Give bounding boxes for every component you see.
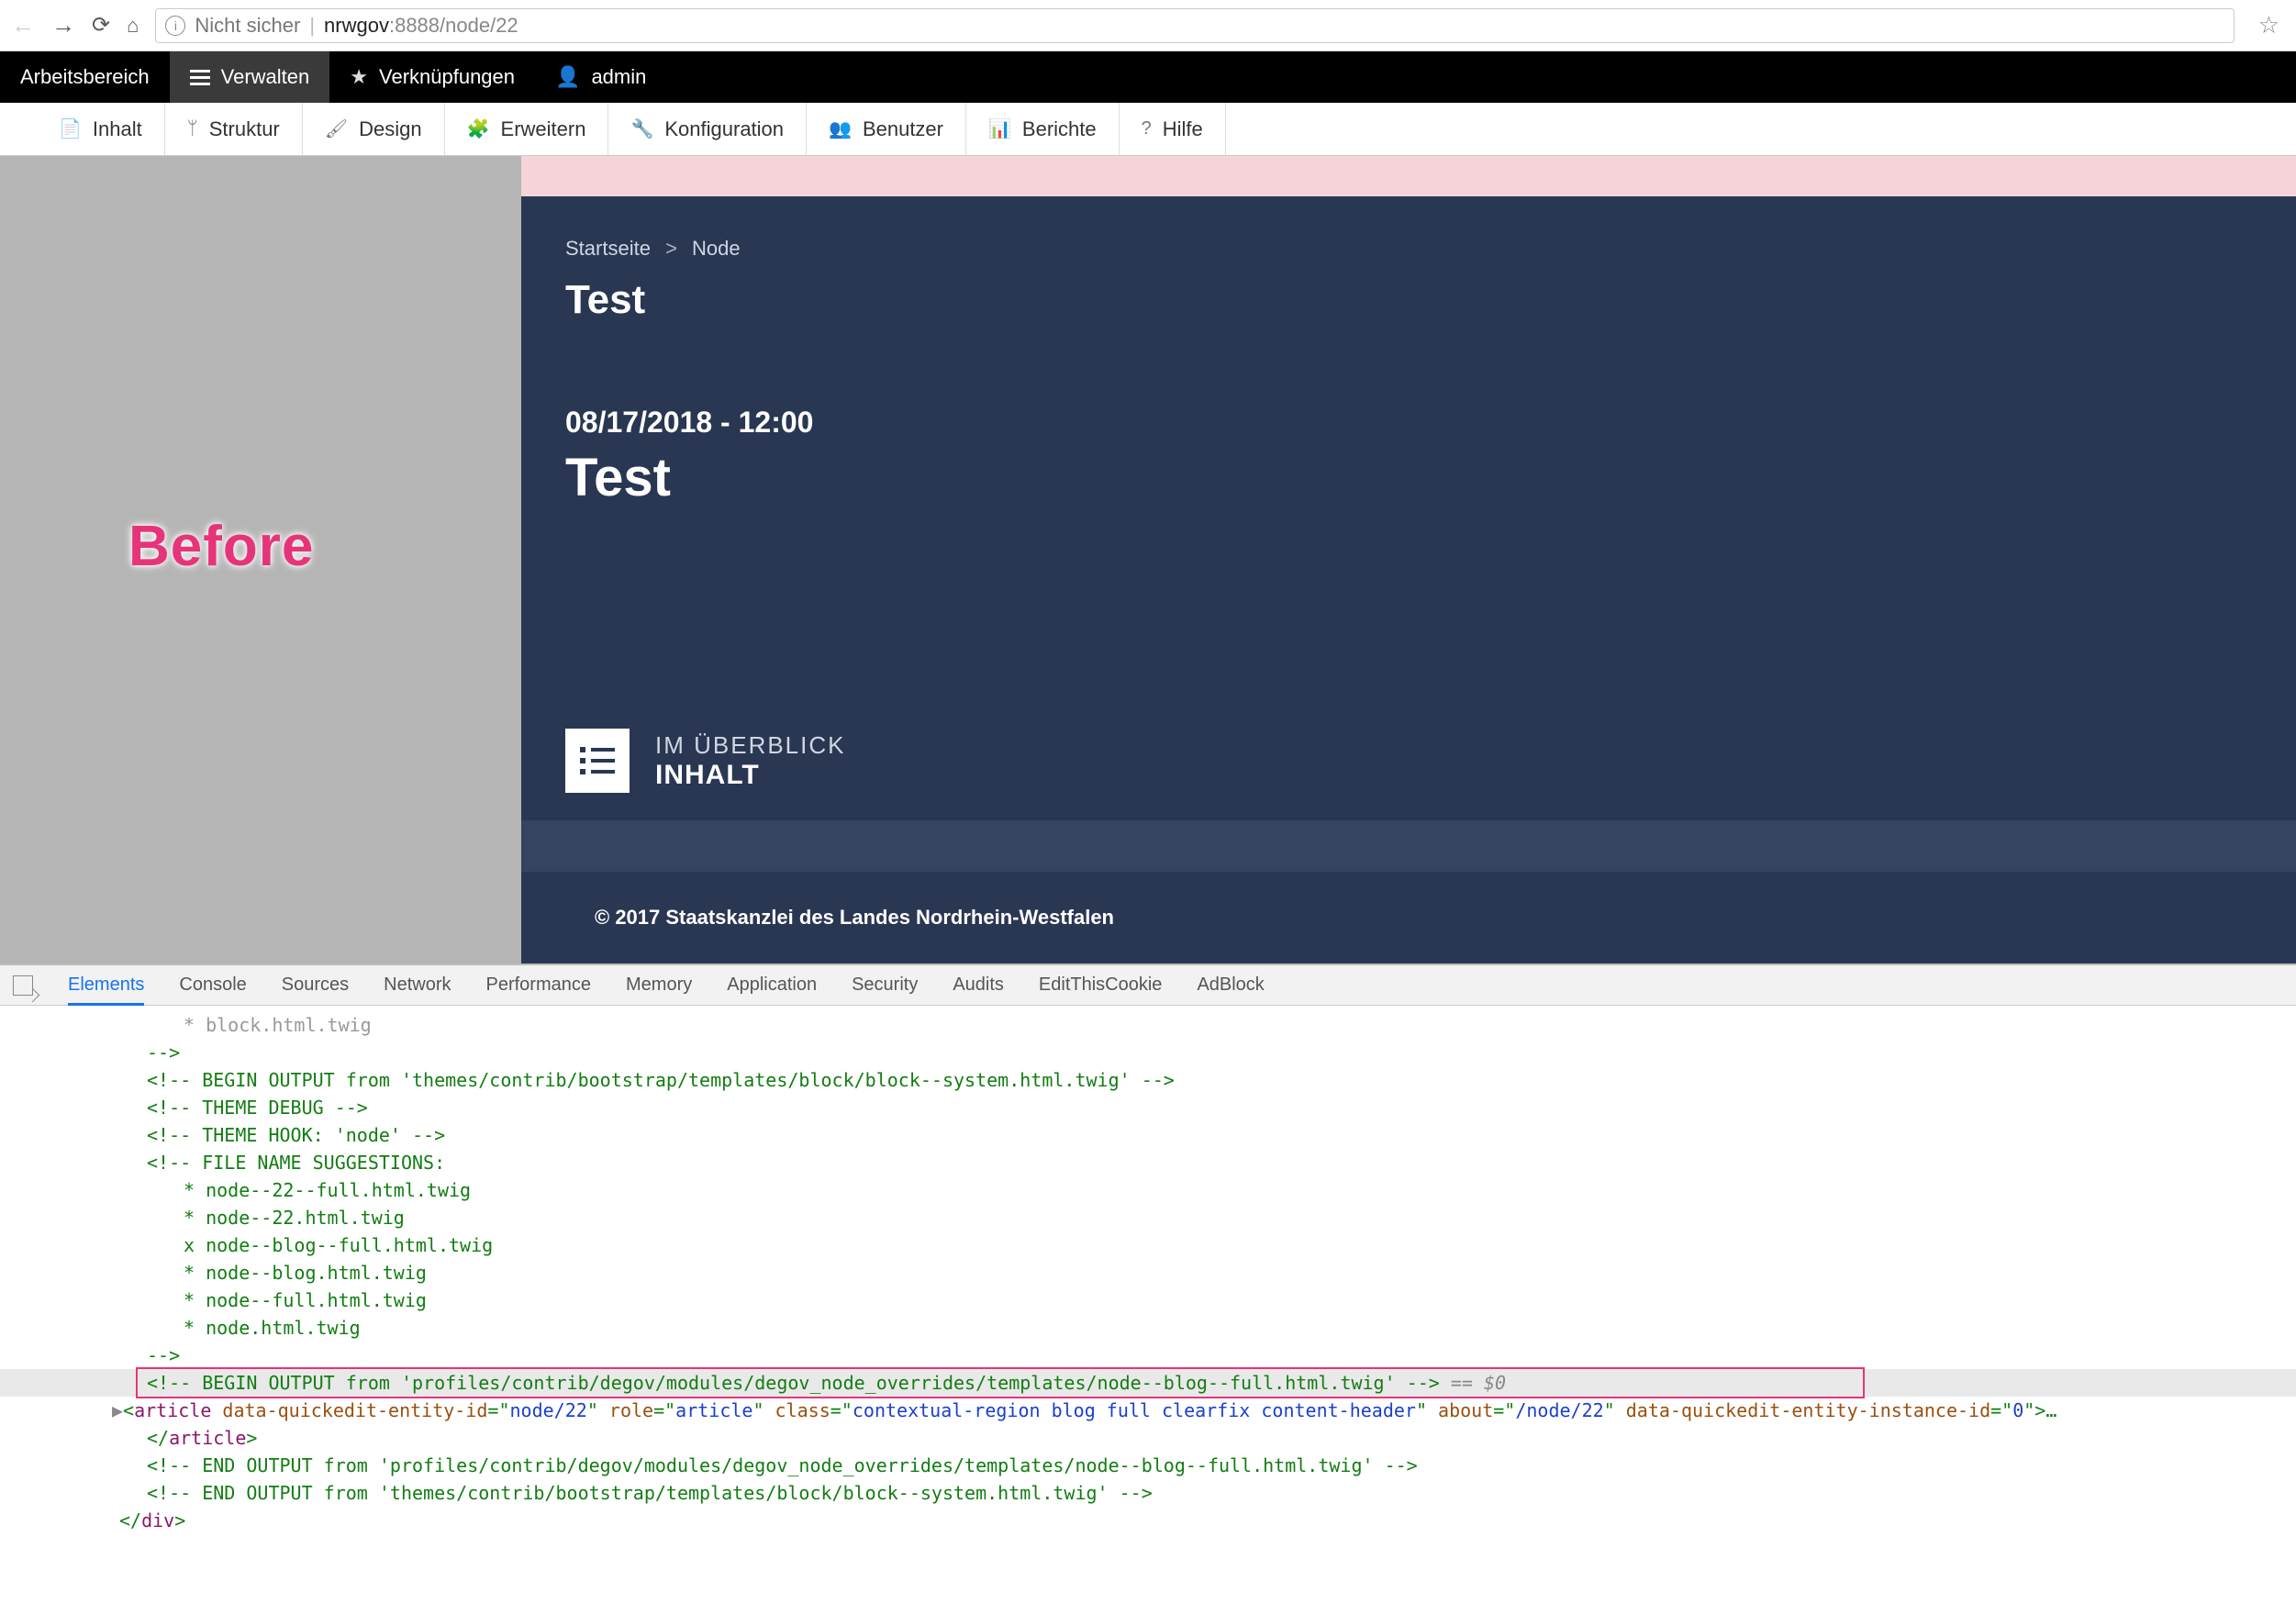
- code-line[interactable]: -->: [0, 1342, 2296, 1369]
- code-line[interactable]: * node.html.twig: [0, 1314, 2296, 1342]
- structure-icon: ᛘ: [187, 118, 198, 139]
- user-icon: 👤: [555, 65, 580, 89]
- url-host: nrwgov: [324, 14, 389, 37]
- code-line[interactable]: </article>: [0, 1424, 2296, 1452]
- breadcrumb-node[interactable]: Node: [692, 237, 741, 260]
- toolbar-content[interactable]: 📄Inhalt: [37, 103, 165, 155]
- address-separator: |: [309, 14, 315, 38]
- file-icon: 📄: [59, 117, 82, 140]
- page-date: 08/17/2018 - 12:00: [565, 406, 2252, 440]
- footer-copyright: © 2017 Staatskanzlei des Landes Nordrhei…: [595, 906, 1114, 930]
- list-icon: [565, 729, 630, 793]
- admin-shortcuts-label: Verknüpfungen: [379, 65, 515, 89]
- devtools-tabs: Elements Console Sources Network Perform…: [0, 965, 2296, 1006]
- toolbar-extend[interactable]: 🧩Erweitern: [445, 103, 609, 155]
- wrench-icon: 🔧: [630, 117, 653, 140]
- code-line[interactable]: <!-- END OUTPUT from 'profiles/contrib/d…: [0, 1452, 2296, 1479]
- overview-block: IM ÜBERBLICK INHALT: [565, 729, 846, 793]
- content-viewport: Before Startseite > Node Test 08/17/2018…: [0, 156, 2296, 963]
- back-icon[interactable]: ←: [11, 11, 35, 39]
- footer: © 2017 Staatskanzlei des Landes Nordrhei…: [521, 872, 2296, 963]
- secondary-toolbar: 📄Inhalt ᛘStruktur 🖌Design 🧩Erweitern 🔧Ko…: [0, 103, 2296, 156]
- breadcrumb: Startseite > Node: [565, 237, 2252, 261]
- devtools-tab-application[interactable]: Application: [727, 975, 817, 996]
- code-line[interactable]: * node--blog.html.twig: [0, 1259, 2296, 1286]
- code-line[interactable]: * block.html.twig: [0, 1011, 2296, 1039]
- star-icon: ★: [350, 65, 368, 89]
- message-region: [521, 156, 2296, 196]
- toolbar-design[interactable]: 🖌Design: [303, 103, 445, 155]
- chevron-right-icon: >: [665, 237, 677, 260]
- toolbar-users[interactable]: 👥Benutzer: [807, 103, 966, 155]
- overview-bottom: INHALT: [655, 760, 846, 791]
- browser-toolbar: ← → ⟳ ⌂ i Nicht sicher | nrwgov:8888/nod…: [0, 0, 2296, 51]
- code-line[interactable]: <!-- FILE NAME SUGGESTIONS:: [0, 1149, 2296, 1176]
- info-icon[interactable]: i: [165, 16, 185, 36]
- brush-icon: 🖌: [325, 117, 348, 140]
- insecure-label: Nicht sicher: [195, 14, 300, 38]
- url-port: :8888: [389, 14, 440, 37]
- help-icon: ?: [1142, 118, 1152, 139]
- devtools-tab-memory[interactable]: Memory: [626, 975, 692, 996]
- puzzle-icon: 🧩: [467, 117, 490, 140]
- forward-icon[interactable]: →: [51, 11, 75, 39]
- users-icon: 👥: [829, 117, 852, 140]
- reload-icon[interactable]: ⟳: [92, 12, 110, 39]
- admin-toolbar: Arbeitsbereich Verwalten ★ Verknüpfungen…: [0, 51, 2296, 103]
- code-line[interactable]: * node--22.html.twig: [0, 1204, 2296, 1231]
- admin-user[interactable]: 👤 admin: [535, 51, 666, 103]
- hero-subbar: [521, 820, 2296, 872]
- page-title: Test: [565, 277, 2252, 323]
- admin-manage[interactable]: Verwalten: [170, 51, 330, 103]
- admin-shortcuts[interactable]: ★ Verknüpfungen: [329, 51, 535, 103]
- code-line[interactable]: <!-- THEME DEBUG -->: [0, 1094, 2296, 1121]
- code-line-selected[interactable]: <!-- BEGIN OUTPUT from 'profiles/contrib…: [0, 1369, 2296, 1397]
- code-line[interactable]: * node--22--full.html.twig: [0, 1176, 2296, 1204]
- code-line[interactable]: * node--full.html.twig: [0, 1286, 2296, 1314]
- devtools-tab-console[interactable]: Console: [179, 975, 246, 996]
- toolbar-config[interactable]: 🔧Konfiguration: [608, 103, 807, 155]
- hero-region: Startseite > Node Test 08/17/2018 - 12:0…: [521, 196, 2296, 820]
- code-line[interactable]: x node--blog--full.html.twig: [0, 1231, 2296, 1259]
- devtools-tab-audits[interactable]: Audits: [953, 975, 1004, 996]
- bookmark-star-icon[interactable]: ☆: [2258, 11, 2279, 39]
- devtools-tab-elements[interactable]: Elements: [68, 975, 144, 1006]
- inspect-icon[interactable]: [13, 975, 33, 996]
- devtools-tab-security[interactable]: Security: [852, 975, 918, 996]
- left-gutter: Before: [0, 156, 521, 963]
- admin-manage-label: Verwalten: [221, 65, 310, 89]
- chart-icon: 📊: [988, 117, 1011, 140]
- home-icon[interactable]: ⌂: [127, 14, 139, 38]
- breadcrumb-home[interactable]: Startseite: [565, 237, 651, 260]
- admin-user-label: admin: [591, 65, 646, 89]
- devtools-tab-performance[interactable]: Performance: [486, 975, 592, 996]
- devtools-tab-network[interactable]: Network: [384, 975, 451, 996]
- before-annotation: Before: [128, 514, 314, 579]
- overview-text: IM ÜBERBLICK INHALT: [655, 731, 846, 791]
- code-line[interactable]: <!-- END OUTPUT from 'themes/contrib/boo…: [0, 1479, 2296, 1507]
- toolbar-reports[interactable]: 📊Berichte: [966, 103, 1120, 155]
- toolbar-structure[interactable]: ᛘStruktur: [165, 103, 303, 155]
- hamburger-icon: [190, 70, 210, 85]
- admin-workspace[interactable]: Arbeitsbereich: [0, 51, 170, 103]
- code-line-article[interactable]: ▶<article data-quickedit-entity-id="node…: [0, 1397, 2296, 1424]
- code-line[interactable]: </div>: [0, 1507, 2296, 1534]
- devtools-tab-editthiscookie[interactable]: EditThisCookie: [1039, 975, 1163, 996]
- admin-workspace-label: Arbeitsbereich: [20, 65, 150, 89]
- page-content: Startseite > Node Test 08/17/2018 - 12:0…: [521, 156, 2296, 963]
- toolbar-help[interactable]: ?Hilfe: [1120, 103, 1226, 155]
- url-path: /node/22: [440, 14, 518, 37]
- code-line[interactable]: <!-- BEGIN OUTPUT from 'themes/contrib/b…: [0, 1066, 2296, 1094]
- devtools-panel: Elements Console Sources Network Perform…: [0, 963, 2296, 1547]
- devtools-elements-tree[interactable]: * block.html.twig --> <!-- BEGIN OUTPUT …: [0, 1006, 2296, 1547]
- code-line[interactable]: <!-- THEME HOOK: 'node' -->: [0, 1121, 2296, 1149]
- node-title: Test: [565, 447, 2252, 508]
- code-line[interactable]: -->: [0, 1039, 2296, 1066]
- address-bar[interactable]: i Nicht sicher | nrwgov:8888/node/22: [155, 8, 2234, 43]
- devtools-tab-adblock[interactable]: AdBlock: [1197, 975, 1264, 996]
- devtools-tab-sources[interactable]: Sources: [282, 975, 349, 996]
- overview-top: IM ÜBERBLICK: [655, 731, 846, 760]
